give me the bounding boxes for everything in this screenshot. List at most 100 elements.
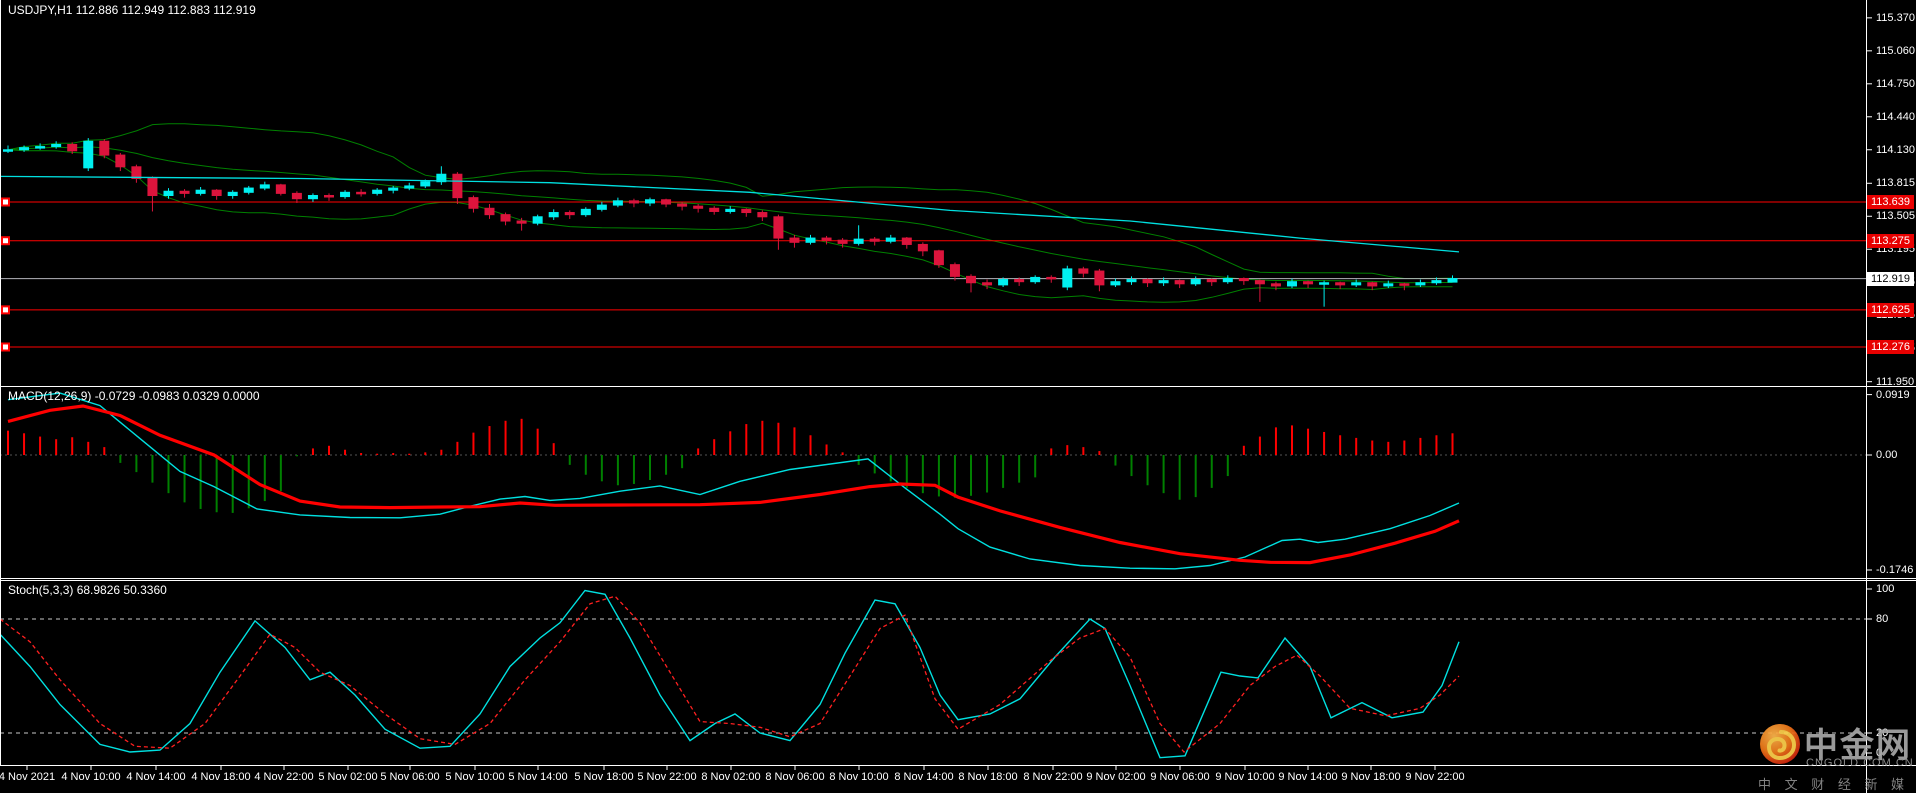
- time-tick-label: 8 Nov 02:00: [701, 771, 761, 783]
- candle-body: [35, 146, 46, 149]
- candle-body: [966, 275, 976, 284]
- candle-body: [147, 177, 158, 197]
- time-tick-label: 9 Nov 22:00: [1405, 771, 1465, 783]
- macd-main-line: [7, 392, 1460, 570]
- time-tick-label: 9 Nov 14:00: [1278, 771, 1338, 783]
- price-tick-label: 113.505: [1876, 210, 1915, 223]
- candle-body: [195, 189, 206, 194]
- cngold-watermark: 中金网 CNGOLD.COM.CN 中 文 财 经 新 媒 体: [1756, 716, 1916, 792]
- candle-body: [532, 216, 543, 224]
- candle-body: [227, 191, 238, 197]
- candle-body: [1014, 279, 1025, 283]
- candle-body: [1142, 279, 1153, 284]
- candle-body: [67, 143, 78, 152]
- time-tick-label: 4 Nov 18:00: [191, 771, 251, 783]
- time-tick-label: 4 Nov 14:00: [126, 771, 186, 783]
- candle-body: [1303, 281, 1314, 285]
- candle-body: [1270, 283, 1281, 287]
- candle-body: [837, 239, 848, 244]
- candle-body: [291, 192, 302, 200]
- cngold-logo-icon: [1760, 724, 1800, 764]
- candle-body: [1287, 281, 1297, 287]
- level-price-badge: 112.625: [1867, 302, 1914, 317]
- time-tick-label: 9 Nov 10:00: [1215, 771, 1275, 783]
- candle-body: [99, 140, 110, 156]
- level-price-badge: 112.276: [1867, 340, 1914, 354]
- indicator-tick-label: -0.1746: [1876, 564, 1914, 576]
- candle-body: [628, 200, 639, 204]
- candle-body: [757, 212, 768, 218]
- candle-body: [1238, 277, 1249, 282]
- candle-body: [83, 140, 94, 169]
- time-tick-label: 5 Nov 22:00: [637, 771, 697, 783]
- candle-body: [500, 214, 511, 222]
- candle-body: [885, 237, 896, 242]
- symbol-title: USDJPY,H1 112.886 112.949 112.883 112.91…: [8, 3, 256, 17]
- candle-body: [677, 203, 688, 207]
- candle-body: [982, 282, 993, 286]
- candle-body: [115, 154, 126, 168]
- candle-body: [869, 238, 880, 242]
- time-tick-label: 9 Nov 18:00: [1341, 771, 1401, 783]
- candle-body: [3, 149, 13, 152]
- candle-body: [51, 143, 62, 148]
- candle-body: [468, 197, 479, 209]
- time-tick-label: 9 Nov 02:00: [1086, 771, 1146, 783]
- candle-body: [1062, 268, 1073, 288]
- bollinger-upper: [7, 123, 1453, 279]
- line-handle-marker: [1, 342, 10, 352]
- time-tick-label: 5 Nov 14:00: [508, 771, 568, 783]
- indicator-tick-label: 0.0919: [1876, 388, 1910, 401]
- candle-body: [709, 207, 720, 212]
- level-price-badge: 113.275: [1867, 233, 1914, 248]
- candle-body: [773, 216, 784, 239]
- candle-body: [420, 181, 431, 187]
- candle-body: [901, 237, 912, 245]
- stoch-indicator-label: Stoch(5,3,3) 68.9826 50.3360: [8, 583, 167, 597]
- price-tick-label: 115.060: [1876, 44, 1915, 57]
- candle-body: [612, 200, 623, 206]
- candle-body: [324, 195, 334, 198]
- candle-body: [1174, 280, 1185, 285]
- indicator-tick-label: 0.00: [1876, 449, 1898, 461]
- time-tick-label: 5 Nov 06:00: [380, 771, 440, 783]
- candle-body: [163, 190, 174, 197]
- candle-body: [1383, 283, 1394, 287]
- candle-body: [1399, 283, 1410, 286]
- time-tick-label: 5 Nov 10:00: [445, 771, 505, 783]
- candle-body: [1030, 276, 1041, 283]
- candle-body: [1158, 280, 1169, 284]
- candle-body: [548, 212, 559, 218]
- candle-body: [1367, 282, 1378, 287]
- candle-body: [1046, 276, 1057, 280]
- line-handle-marker: [1, 197, 10, 207]
- candle-body: [275, 184, 286, 194]
- candle-body: [805, 237, 816, 243]
- bollinger-middle: [7, 146, 1453, 284]
- time-tick-label: 5 Nov 02:00: [318, 771, 378, 783]
- candle-body: [1431, 280, 1442, 284]
- candle-body: [211, 189, 222, 197]
- candle-body: [259, 184, 270, 189]
- price-tick-label: 113.815: [1876, 177, 1915, 190]
- candle-body: [1206, 279, 1217, 283]
- candle-body: [19, 147, 30, 151]
- level-price-badge: 113.639: [1867, 195, 1914, 209]
- indicator-tick-label: 80: [1876, 613, 1889, 625]
- candle-body: [516, 220, 527, 224]
- candle-body: [725, 208, 736, 212]
- candle-body: [741, 208, 752, 214]
- candle-body: [564, 212, 575, 216]
- price-tick-label: 114.130: [1876, 143, 1915, 156]
- time-tick-label: 5 Nov 18:00: [574, 771, 634, 783]
- bollinger-lower: [7, 149, 1453, 303]
- watermark-tagline-text: 中 文 财 经 新 媒 体: [1758, 777, 1916, 792]
- candle-body: [933, 250, 944, 266]
- candle-body: [1319, 282, 1330, 285]
- candle-body: [1190, 279, 1201, 285]
- time-tick-label: 8 Nov 06:00: [765, 771, 825, 783]
- line-handle-marker: [1, 305, 10, 315]
- candle-body: [1447, 278, 1458, 283]
- chart-canvas[interactable]: [0, 0, 1916, 793]
- candle-body: [179, 190, 190, 194]
